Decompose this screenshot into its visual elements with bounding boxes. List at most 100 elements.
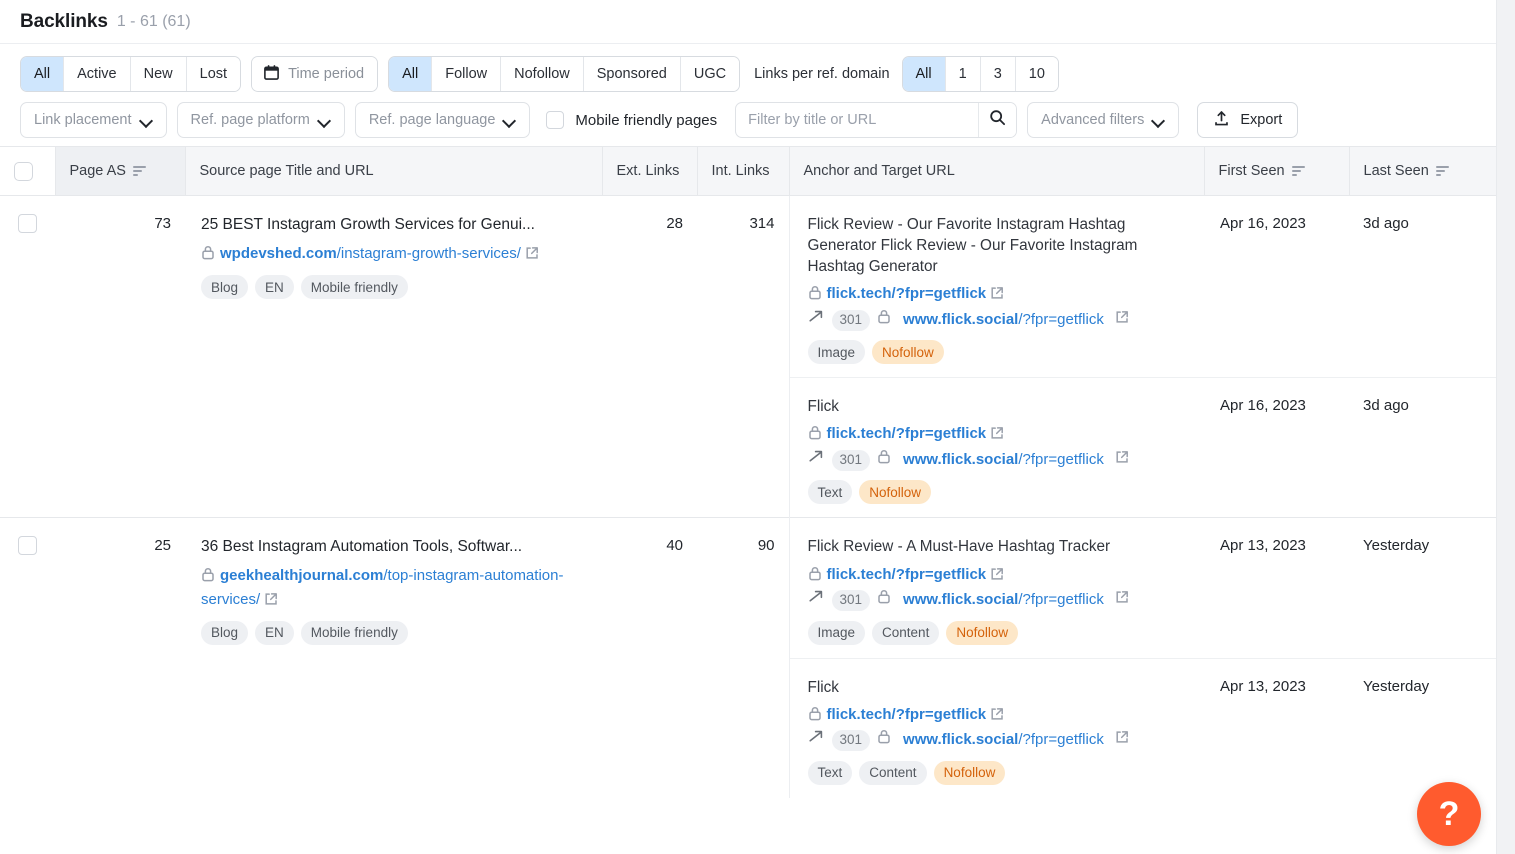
page-title: Backlinks (20, 10, 108, 32)
status-filter-all[interactable]: All (21, 57, 65, 91)
redirect-path[interactable]: /?fpr=getflick (1018, 311, 1103, 328)
sort-icon[interactable] (132, 165, 146, 177)
int-links-cell: 314 (697, 194, 789, 518)
lpd-all[interactable]: All (902, 57, 946, 91)
lock-icon (808, 285, 822, 308)
external-link-icon[interactable] (1115, 449, 1129, 472)
external-link-icon[interactable] (1115, 309, 1129, 332)
filters-row-1: All Active New Lost Time period All Foll… (20, 56, 1478, 92)
target-url-text[interactable]: flick.tech/?fpr=getflick (827, 706, 987, 723)
anchor-text: Flick Review - A Must-Have Hashtag Track… (807, 538, 1111, 556)
page-scrollbar-track[interactable] (1496, 0, 1515, 854)
target-url[interactable]: flick.tech/?fpr=getflick (808, 564, 1187, 589)
column-page-as-label: Page AS (69, 163, 126, 179)
external-link-icon[interactable] (990, 566, 1004, 589)
lock-icon (808, 566, 822, 589)
last-seen-cell: 3d ago (1349, 377, 1496, 518)
redirect-path[interactable]: /?fpr=getflick (1018, 731, 1103, 748)
advanced-filters-dropdown[interactable]: Advanced filters (1027, 102, 1180, 138)
column-anchor-target-label: Anchor and Target URL (803, 163, 955, 179)
anchor-target-cell: Flick Review - A Must-Have Hashtag Track… (788, 517, 1204, 659)
external-link-icon[interactable] (990, 706, 1004, 729)
column-last-seen[interactable]: Last Seen (1349, 146, 1496, 196)
ref-page-language-label: Ref. page language (368, 112, 496, 128)
target-url-text[interactable]: flick.tech/?fpr=getflick (827, 566, 987, 583)
checkbox-box[interactable] (546, 111, 565, 129)
sort-icon[interactable] (1291, 165, 1305, 177)
search-button[interactable] (978, 103, 1017, 137)
source-path[interactable]: /instagram-growth-services/ (337, 245, 521, 262)
follow-filter-all[interactable]: All (389, 57, 433, 91)
lpd-3[interactable]: 3 (980, 57, 1016, 91)
redirect-domain[interactable]: www.flick.social (903, 311, 1018, 328)
source-title: 25 BEST Instagram Growth Services for Ge… (201, 216, 535, 233)
last-seen-cell: Yesterday (1349, 517, 1496, 659)
filter-search-box[interactable] (735, 102, 1018, 138)
last-seen-cell: 3d ago (1349, 194, 1496, 378)
redirect-domain[interactable]: www.flick.social (903, 731, 1018, 748)
table-row: 73 25 BEST Instagram Growth Services for… (0, 194, 1496, 518)
source-domain[interactable]: geekhealthjournal.com (220, 567, 383, 584)
follow-filter-ugc[interactable]: UGC (680, 57, 740, 91)
target-url-text[interactable]: flick.tech/?fpr=getflick (827, 285, 987, 302)
link-placement-dropdown[interactable]: Link placement (20, 102, 167, 138)
redirect-domain[interactable]: www.flick.social (903, 591, 1018, 608)
external-link-icon[interactable] (525, 245, 539, 266)
redirect-arrow-icon (808, 449, 825, 472)
ref-page-platform-dropdown[interactable]: Ref. page platform (176, 102, 345, 138)
lpd-10[interactable]: 10 (1015, 57, 1058, 91)
links-per-ref-domain-group: All 1 3 10 (901, 56, 1059, 92)
source-domain[interactable]: wpdevshed.com (220, 245, 337, 262)
target-url[interactable]: flick.tech/?fpr=getflick (808, 704, 1187, 729)
source-url[interactable]: wpdevshed.com/instagram-growth-services/ (201, 243, 586, 266)
external-link-icon[interactable] (990, 425, 1004, 448)
search-input[interactable] (736, 103, 979, 137)
source-url[interactable]: geekhealthjournal.com/top-instagram-auto… (201, 565, 586, 612)
column-int-links: Int. Links (697, 146, 790, 196)
help-button[interactable]: ? (1417, 782, 1481, 846)
target-url[interactable]: flick.tech/?fpr=getflick (808, 423, 1187, 448)
table-header: Page AS Source page Title and URL Ext. L… (0, 146, 1496, 196)
status-filter-lost[interactable]: Lost (186, 57, 241, 91)
follow-filter-nofollow[interactable]: Nofollow (501, 57, 584, 91)
redirect-arrow-icon (808, 729, 825, 752)
export-icon (1213, 110, 1230, 131)
column-page-as[interactable]: Page AS (55, 146, 186, 196)
lpd-1[interactable]: 1 (945, 57, 981, 91)
external-link-icon[interactable] (990, 285, 1004, 308)
select-all-checkbox[interactable] (14, 161, 33, 181)
external-link-icon[interactable] (1115, 589, 1129, 612)
external-link-icon[interactable] (1115, 729, 1129, 752)
redirect-row: 301 www.flick.social/?fpr=getflick (808, 589, 1187, 612)
time-period-button[interactable]: Time period (252, 57, 378, 91)
row-checkbox[interactable] (18, 214, 37, 233)
status-filter-new[interactable]: New (130, 57, 187, 91)
time-period-filter[interactable]: Time period (251, 56, 379, 92)
target-url-text[interactable]: flick.tech/?fpr=getflick (827, 425, 987, 442)
column-first-seen[interactable]: First Seen (1204, 146, 1350, 196)
external-link-icon[interactable] (264, 591, 278, 612)
export-button[interactable]: Export (1197, 102, 1299, 138)
chip-nofollow: Nofollow (859, 480, 932, 505)
redirect-path[interactable]: /?fpr=getflick (1018, 591, 1103, 608)
status-filter-active[interactable]: Active (64, 57, 131, 91)
first-seen-cell: Apr 16, 2023 (1204, 194, 1349, 378)
int-links-cell: 90 (697, 517, 789, 798)
page-as-cell: 73 (55, 194, 185, 518)
chip-lang: EN (255, 275, 294, 300)
anchor-text: Flick Review - Our Favorite Instagram Ha… (807, 216, 1138, 276)
row-checkbox[interactable] (18, 536, 37, 556)
follow-filter-follow[interactable]: Follow (432, 57, 502, 91)
row-select-cell (0, 194, 55, 518)
target-url[interactable]: flick.tech/?fpr=getflick (808, 283, 1187, 308)
redirect-domain[interactable]: www.flick.social (903, 451, 1018, 468)
ref-page-language-dropdown[interactable]: Ref. page language (354, 102, 531, 138)
sort-icon[interactable] (1435, 165, 1449, 177)
chip-link-type: Text (807, 480, 853, 505)
follow-filter-sponsored[interactable]: Sponsored (583, 57, 681, 91)
export-label: Export (1240, 112, 1283, 128)
redirect-arrow-icon (808, 309, 825, 332)
mobile-friendly-pages-checkbox[interactable]: Mobile friendly pages (546, 111, 717, 129)
chip-link-type: Image (807, 620, 866, 645)
redirect-path[interactable]: /?fpr=getflick (1018, 451, 1103, 468)
